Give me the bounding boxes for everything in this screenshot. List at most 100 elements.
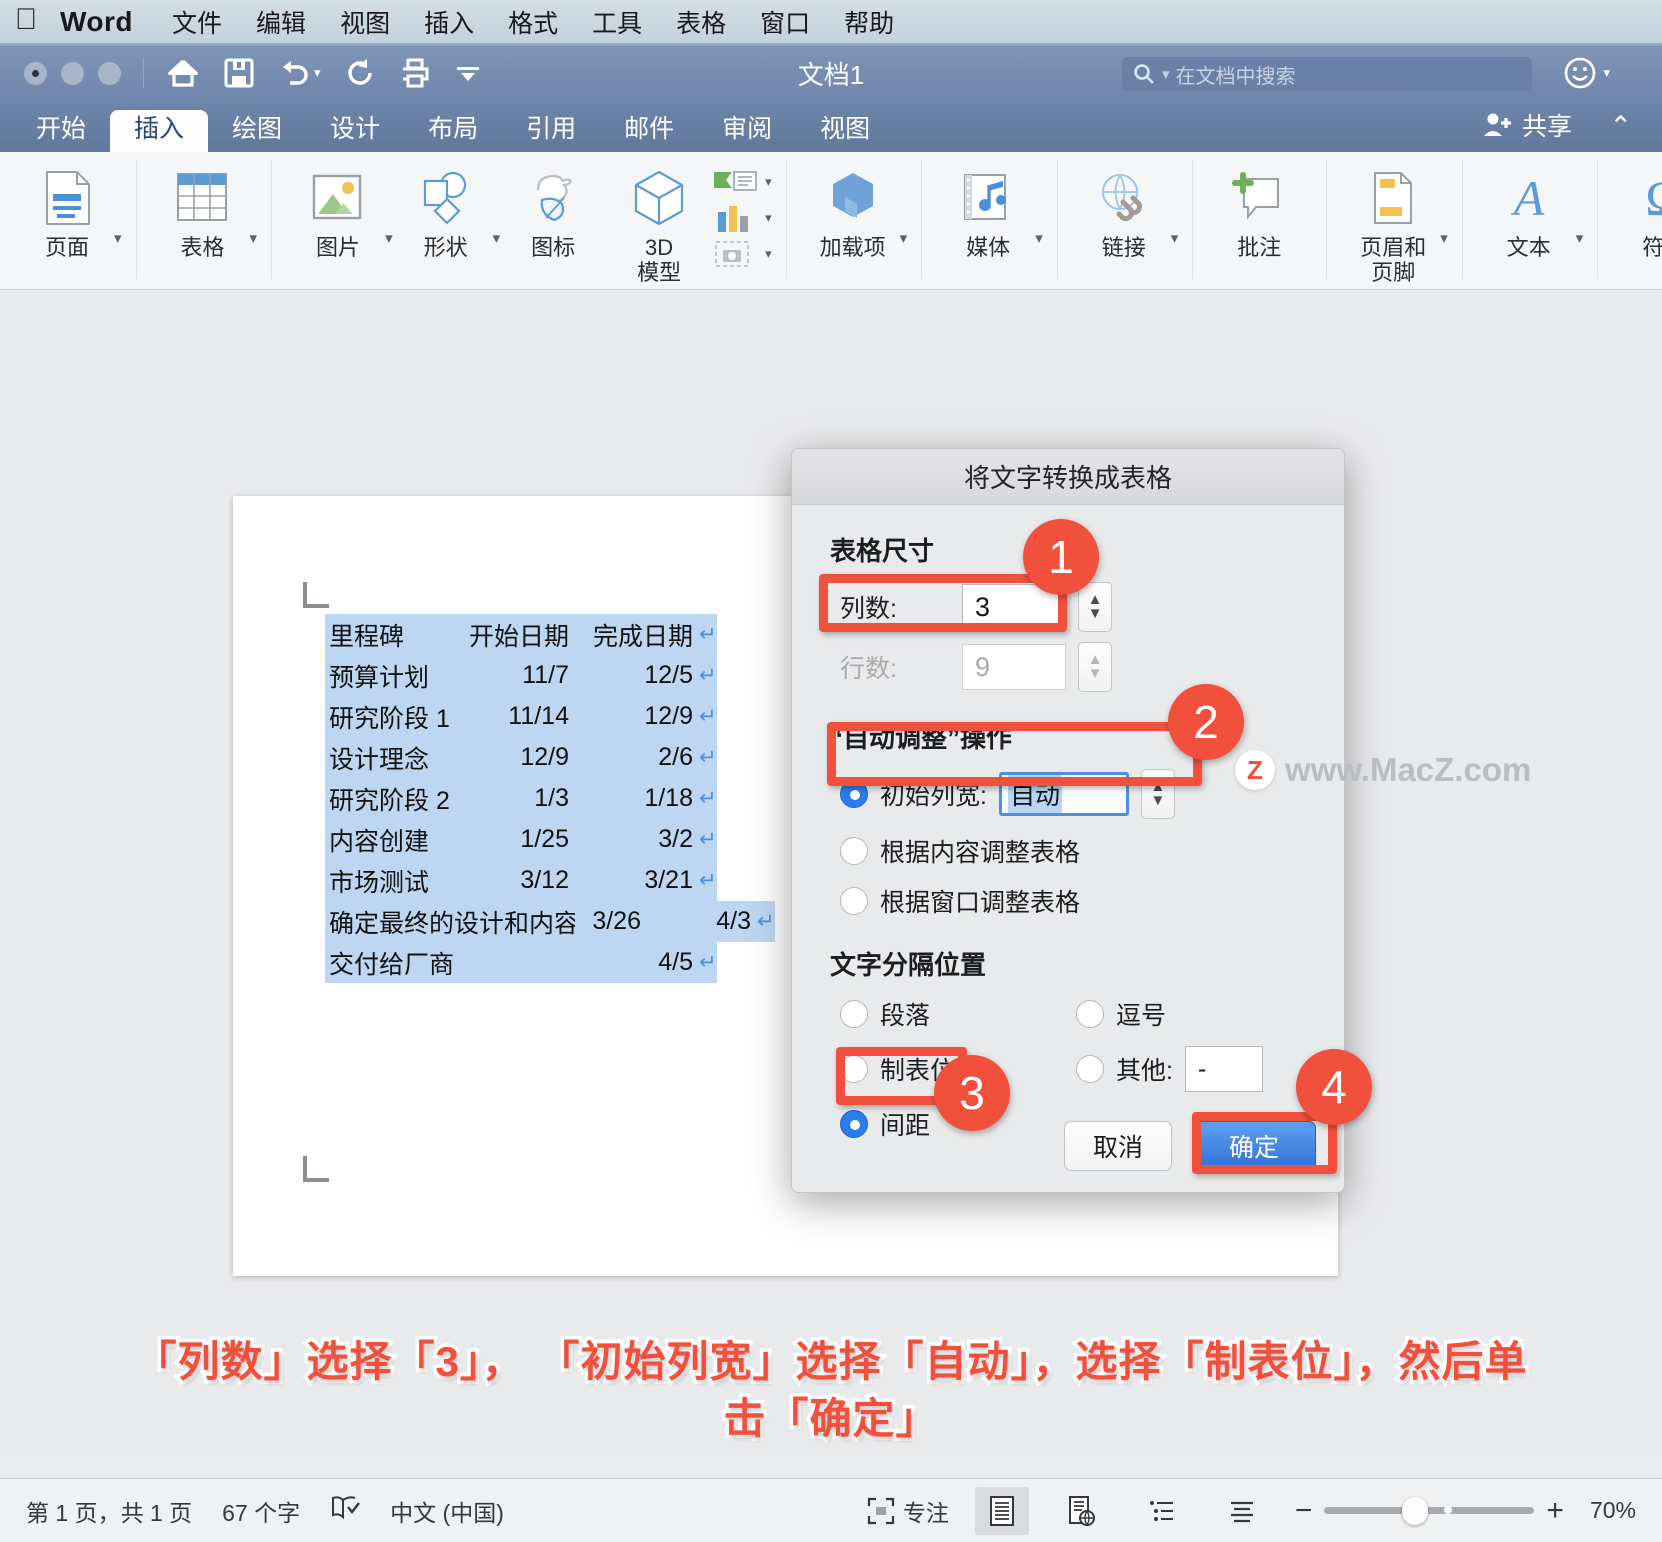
chevron-down-icon[interactable]: ▾: [314, 65, 321, 81]
zoom-in-button[interactable]: +: [1546, 1494, 1564, 1528]
chevron-down-icon[interactable]: ▾: [1162, 65, 1170, 83]
chevron-down-icon[interactable]: ▾: [1576, 229, 1584, 247]
apple-icon[interactable]: : [0, 5, 52, 39]
separator-option-other[interactable]: 其他: -: [1076, 1046, 1312, 1092]
ribbon-button-picture[interactable]: 图片: [285, 160, 391, 261]
selected-text-block[interactable]: 里程碑 开始日期 完成日期 ↵ 预算计划 11/7 12/5 ↵ 研究阶段 1 …: [325, 614, 775, 983]
home-icon[interactable]: [166, 58, 200, 88]
menu-item-file[interactable]: 文件: [155, 4, 239, 40]
chevron-down-icon[interactable]: ▾: [1171, 229, 1179, 247]
menu-item-help[interactable]: 帮助: [827, 4, 911, 40]
zoom-level[interactable]: 70%: [1590, 1497, 1636, 1524]
table-row[interactable]: 研究阶段 2 1/3 1/18 ↵: [325, 778, 775, 819]
outline-icon[interactable]: [1135, 1487, 1189, 1535]
separator-option-comma[interactable]: 逗号: [1076, 996, 1312, 1032]
ribbon-button-screenshot[interactable]: ▾: [712, 238, 772, 270]
ribbon-button-shapes[interactable]: 形状: [393, 160, 499, 261]
chevron-down-icon[interactable]: ▼: [1151, 797, 1166, 805]
autofit-option-fit-content[interactable]: 根据内容调整表格: [840, 833, 1312, 869]
print-icon[interactable]: [399, 58, 431, 88]
radio-fit-window[interactable]: [840, 887, 868, 915]
chevron-down-icon[interactable]: ▾: [385, 229, 393, 247]
search-input[interactable]: ▾ 在文档中搜索: [1122, 57, 1532, 91]
ribbon-button-link[interactable]: 链接: [1071, 160, 1177, 261]
zoom-track[interactable]: [1324, 1507, 1534, 1514]
ribbon-button-media[interactable]: 媒体: [935, 160, 1041, 261]
radio-fit-content[interactable]: [840, 837, 868, 865]
menu-item-window[interactable]: 窗口: [743, 4, 827, 40]
redo-icon[interactable]: [345, 58, 375, 88]
ribbon-button-text[interactable]: A 文本: [1476, 160, 1582, 261]
window-controls[interactable]: [0, 62, 121, 85]
print-layout-icon[interactable]: [975, 1487, 1029, 1535]
tab-layout[interactable]: 布局: [404, 110, 502, 152]
ribbon-button-comment[interactable]: 批注: [1206, 160, 1312, 261]
web-layout-icon[interactable]: [1055, 1487, 1109, 1535]
table-row[interactable]: 里程碑 开始日期 完成日期 ↵: [325, 614, 775, 655]
ribbon-button-icons[interactable]: 图标: [500, 160, 606, 261]
menu-item-insert[interactable]: 插入: [407, 4, 491, 40]
chevron-down-icon[interactable]: ▾: [1035, 229, 1043, 247]
tab-home[interactable]: 开始: [12, 110, 110, 152]
chevron-down-icon[interactable]: ▾: [250, 229, 258, 247]
separator-option-paragraph[interactable]: 段落: [840, 996, 1076, 1032]
language-indicator[interactable]: 中文 (中国): [390, 1494, 504, 1528]
chevron-down-icon[interactable]: ▾: [493, 229, 501, 247]
share-button[interactable]: 共享: [1482, 107, 1572, 143]
customize-toolbar-icon[interactable]: [455, 63, 481, 83]
chevron-down-icon[interactable]: ▾: [900, 229, 908, 247]
zoom-knob[interactable]: [1402, 1497, 1428, 1525]
table-row[interactable]: 市场测试 3/12 3/21 ↵: [325, 860, 775, 901]
menu-item-table[interactable]: 表格: [659, 4, 743, 40]
ribbon-button-smartart[interactable]: ▾: [712, 166, 772, 198]
tab-references[interactable]: 引用: [502, 110, 600, 152]
radio-space[interactable]: [840, 1110, 868, 1138]
menu-item-format[interactable]: 格式: [491, 4, 575, 40]
chevron-down-icon[interactable]: ▾: [765, 246, 772, 262]
chevron-down-icon[interactable]: ▾: [114, 229, 122, 247]
menu-item-view[interactable]: 视图: [323, 4, 407, 40]
smiley-icon[interactable]: ▾: [1563, 56, 1610, 90]
chevron-down-icon[interactable]: ▼: [1088, 610, 1103, 618]
ribbon-button-pages[interactable]: 页面: [14, 160, 120, 261]
tab-mailings[interactable]: 邮件: [600, 110, 698, 152]
draft-icon[interactable]: [1215, 1487, 1269, 1535]
zoom-slider[interactable]: − +: [1295, 1494, 1564, 1528]
focus-button[interactable]: 专注: [867, 1494, 949, 1528]
table-row[interactable]: 确定最终的设计和内容 3/26 4/3 ↵: [325, 901, 775, 942]
menu-item-tools[interactable]: 工具: [575, 4, 659, 40]
ribbon-button-symbol[interactable]: Ω 符号: [1611, 160, 1662, 261]
undo-icon[interactable]: ▾: [278, 59, 321, 87]
radio-paragraph[interactable]: [840, 1000, 868, 1028]
radio-comma[interactable]: [1076, 1000, 1104, 1028]
table-row[interactable]: 研究阶段 1 11/14 12/9 ↵: [325, 696, 775, 737]
ribbon-button-chart[interactable]: ▾: [712, 202, 772, 234]
chevron-down-icon[interactable]: ▾: [1603, 65, 1610, 81]
tab-review[interactable]: 审阅: [698, 110, 796, 152]
chevron-up-icon[interactable]: ▲: [1088, 596, 1103, 604]
autofit-option-fit-window[interactable]: 根据窗口调整表格: [840, 883, 1312, 919]
close-button[interactable]: [24, 62, 47, 85]
ribbon-button-header-footer[interactable]: 页眉和 页脚: [1340, 160, 1446, 285]
tab-view[interactable]: 视图: [796, 110, 894, 152]
ribbon-button-table[interactable]: 表格: [150, 160, 256, 261]
ribbon-button-addins[interactable]: 加载项: [800, 160, 906, 261]
chevron-down-icon[interactable]: ▾: [1440, 229, 1448, 247]
ribbon-button-3d-model[interactable]: 3D 模型: [606, 160, 712, 285]
proofing-icon[interactable]: [330, 1495, 360, 1527]
table-row[interactable]: 设计理念 12/9 2/6 ↵: [325, 737, 775, 778]
table-row[interactable]: 预算计划 11/7 12/5 ↵: [325, 655, 775, 696]
tab-design[interactable]: 设计: [306, 110, 404, 152]
other-separator-input[interactable]: -: [1185, 1046, 1263, 1092]
zoom-button[interactable]: [98, 62, 121, 85]
table-row[interactable]: 交付给厂商 4/5 ↵: [325, 942, 775, 983]
minimize-button[interactable]: [61, 62, 84, 85]
app-name-label[interactable]: Word: [52, 6, 155, 38]
zoom-out-button[interactable]: −: [1295, 1494, 1313, 1528]
radio-other[interactable]: [1076, 1055, 1104, 1083]
tab-insert[interactable]: 插入: [110, 110, 208, 152]
menu-item-edit[interactable]: 编辑: [239, 4, 323, 40]
columns-stepper[interactable]: ▲▼: [1078, 582, 1112, 632]
table-row[interactable]: 内容创建 1/25 3/2 ↵: [325, 819, 775, 860]
save-icon[interactable]: [224, 58, 254, 88]
